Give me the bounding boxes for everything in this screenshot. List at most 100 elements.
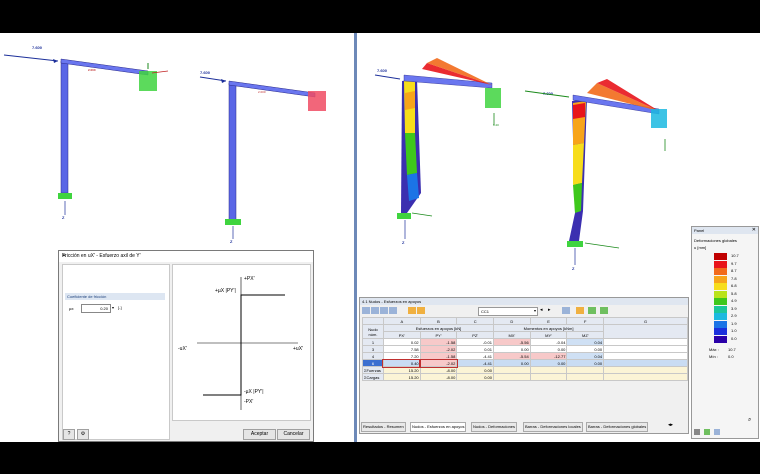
prev-icon[interactable]: ◂ [540, 307, 543, 313]
col-letter[interactable]: B [419, 317, 458, 325]
beam-1 [60, 58, 149, 76]
col-letter[interactable]: G [603, 317, 688, 325]
load-label-1: 7.600 [32, 45, 43, 50]
max-value: 10.7 [728, 347, 736, 352]
search-icon[interactable]: ⌕ [748, 417, 751, 424]
min-value: 0.0 [728, 354, 734, 359]
toolbar-icon-5[interactable] [408, 307, 416, 314]
group-header-moments: Momentos en apoyos [kNm] [492, 324, 605, 332]
support-2 [308, 91, 326, 111]
legend-value: 9.7 [731, 260, 737, 266]
load-label-r1: 7.600 [377, 68, 388, 73]
excel-icon[interactable] [600, 307, 608, 314]
dialog-left-panel: Coeficiente de fricción µx: 0.20 ▾ [-] [62, 264, 170, 440]
load-label-2: 7.600 [200, 70, 211, 75]
legend-value: 4.9 [731, 298, 737, 303]
legend-value: 1.0 [731, 328, 737, 333]
legend-value: 6.8 [731, 283, 737, 288]
svg-text:Z: Z [572, 266, 575, 271]
toolbar-icon-6[interactable] [417, 307, 425, 314]
toolbar-icon-7[interactable] [562, 307, 570, 314]
svg-text:0.20: 0.20 [493, 123, 499, 127]
legend-value: 1.9 [731, 320, 737, 326]
coef-spin-icon[interactable]: ▾ [112, 305, 114, 310]
tab-results-summary[interactable]: Resultados - Resumen [361, 422, 406, 432]
legend-subtitle: Deformaciones globales [694, 238, 737, 243]
legend-swatch [714, 290, 727, 298]
panel-icon-1[interactable] [694, 429, 700, 435]
toolbar-icon-9[interactable] [588, 307, 596, 314]
axis-z-2: Z [230, 239, 233, 244]
legend-swatch [714, 283, 727, 290]
graph-label-py: +PX' [244, 276, 255, 282]
coef-input[interactable]: 0.20 [81, 304, 111, 313]
friction-dialog: Fricción en uX' - Esfuerzo axil de Y' ✕ … [58, 250, 314, 442]
chevron-down-icon[interactable]: ▾ [534, 308, 536, 313]
graph-label-pos-ux: +uX' [293, 346, 303, 352]
sub-header: MY' [529, 331, 568, 339]
close-icon[interactable]: ✕ [752, 227, 756, 233]
legend-swatch [714, 328, 727, 335]
legend-swatch [714, 320, 727, 328]
col-letter[interactable]: E [529, 317, 568, 325]
table-row-selected[interactable]: 6 0.40 -2.02 -4.41 0.00 0.00 0.00 [362, 358, 688, 368]
toolbar-icon-8[interactable] [576, 307, 584, 314]
help-icon[interactable]: ? [63, 429, 75, 440]
tab-scroll-arrows[interactable]: ◂▸ [668, 422, 673, 428]
col-letter[interactable]: F [566, 317, 605, 325]
col-letter[interactable]: D [493, 317, 531, 325]
table-row[interactable]: 3 7.58 -2.02 0.01 0.00 0.00 0.00 [362, 345, 688, 353]
max-label: Máx : [709, 347, 719, 352]
coef-unit-button[interactable]: [-] [118, 305, 122, 310]
toolbar-icon-4[interactable] [389, 307, 397, 314]
sub-header: PX' [382, 331, 421, 339]
close-icon[interactable]: ✕ [62, 253, 309, 259]
legend-swatch [714, 335, 727, 343]
table-row[interactable]: 1 0.02 -1.58 -0.01 -5.56 -0.04 0.04 [362, 338, 688, 346]
column-1 [60, 60, 69, 194]
col-letter[interactable]: A [382, 317, 421, 325]
results-table-window: 4.1 Nudos - Esfuerzos en apoyos CC1 ▾ ◂ … [359, 297, 689, 434]
legend-swatch [714, 260, 727, 268]
tab-node-support-forces[interactable]: Nudos - Esfuerzos en apoyos [410, 422, 467, 432]
legend-value: 5.8 [731, 290, 737, 296]
friction-graph: +PX' +µX |PY'| -uX' +uX' -µX |PY'| -PX' [172, 264, 311, 421]
graph-label-neg-ux: -uX' [178, 346, 187, 352]
svg-text:Z: Z [402, 240, 405, 245]
legend-value: 8.7 [731, 268, 737, 273]
friction-section-label: Coeficiente de fricción [67, 294, 107, 299]
tab-member-global-deformations[interactable]: Barras - Deformaciones globales [586, 422, 649, 432]
sub-header: PY' [419, 331, 458, 339]
table-row-sum[interactable]: ΣCargas 15.20 -8.00 0.00 [362, 373, 688, 381]
column-2 [228, 82, 237, 222]
beam-2 [228, 80, 316, 98]
accept-button[interactable]: Aceptar [243, 429, 276, 440]
settings-icon[interactable]: ⚙ [77, 429, 89, 440]
legend-value: 7.8 [731, 275, 737, 281]
col-letter[interactable]: C [456, 317, 494, 325]
toolbar-icon-3[interactable] [380, 307, 388, 314]
toolbar-icon-2[interactable] [371, 307, 379, 314]
support-1 [139, 71, 157, 91]
load-arrow-1 [3, 54, 59, 62]
member-label-1: 2.000 [88, 68, 96, 72]
toolbar-icon-1[interactable] [362, 307, 370, 314]
legend-value: 0.0 [731, 335, 737, 341]
legend-title: Panel [694, 228, 705, 233]
tab-node-deformations[interactable]: Nudos - Deformaciones [471, 422, 518, 432]
legend-swatch [714, 305, 727, 313]
legend-panel: Panel ✕ Deformaciones globales u [mm] 10… [691, 226, 759, 439]
legend-swatch [714, 275, 727, 283]
next-icon[interactable]: ▸ [548, 307, 551, 313]
tab-member-local-deformations[interactable]: Barras - Deformaciones locales [523, 422, 583, 432]
panel-icon-3[interactable] [714, 429, 720, 435]
axis-z-1: Z [62, 215, 65, 220]
panel-icon-2[interactable] [704, 429, 710, 435]
legend-swatch [714, 298, 727, 305]
graph-label-neg-py: -PX' [244, 399, 254, 405]
table-row[interactable]: 4 7.20 -1.58 -4.41 -5.54 -12.77 0.04 [362, 352, 688, 360]
load-case-select[interactable]: CC1 ▾ [478, 307, 538, 316]
cancel-button[interactable]: Cancelar [277, 429, 310, 440]
legend-unit: u [mm] [694, 245, 707, 250]
table-row-sum[interactable]: ΣFuerzas 15.20 -8.00 0.00 [362, 366, 688, 374]
